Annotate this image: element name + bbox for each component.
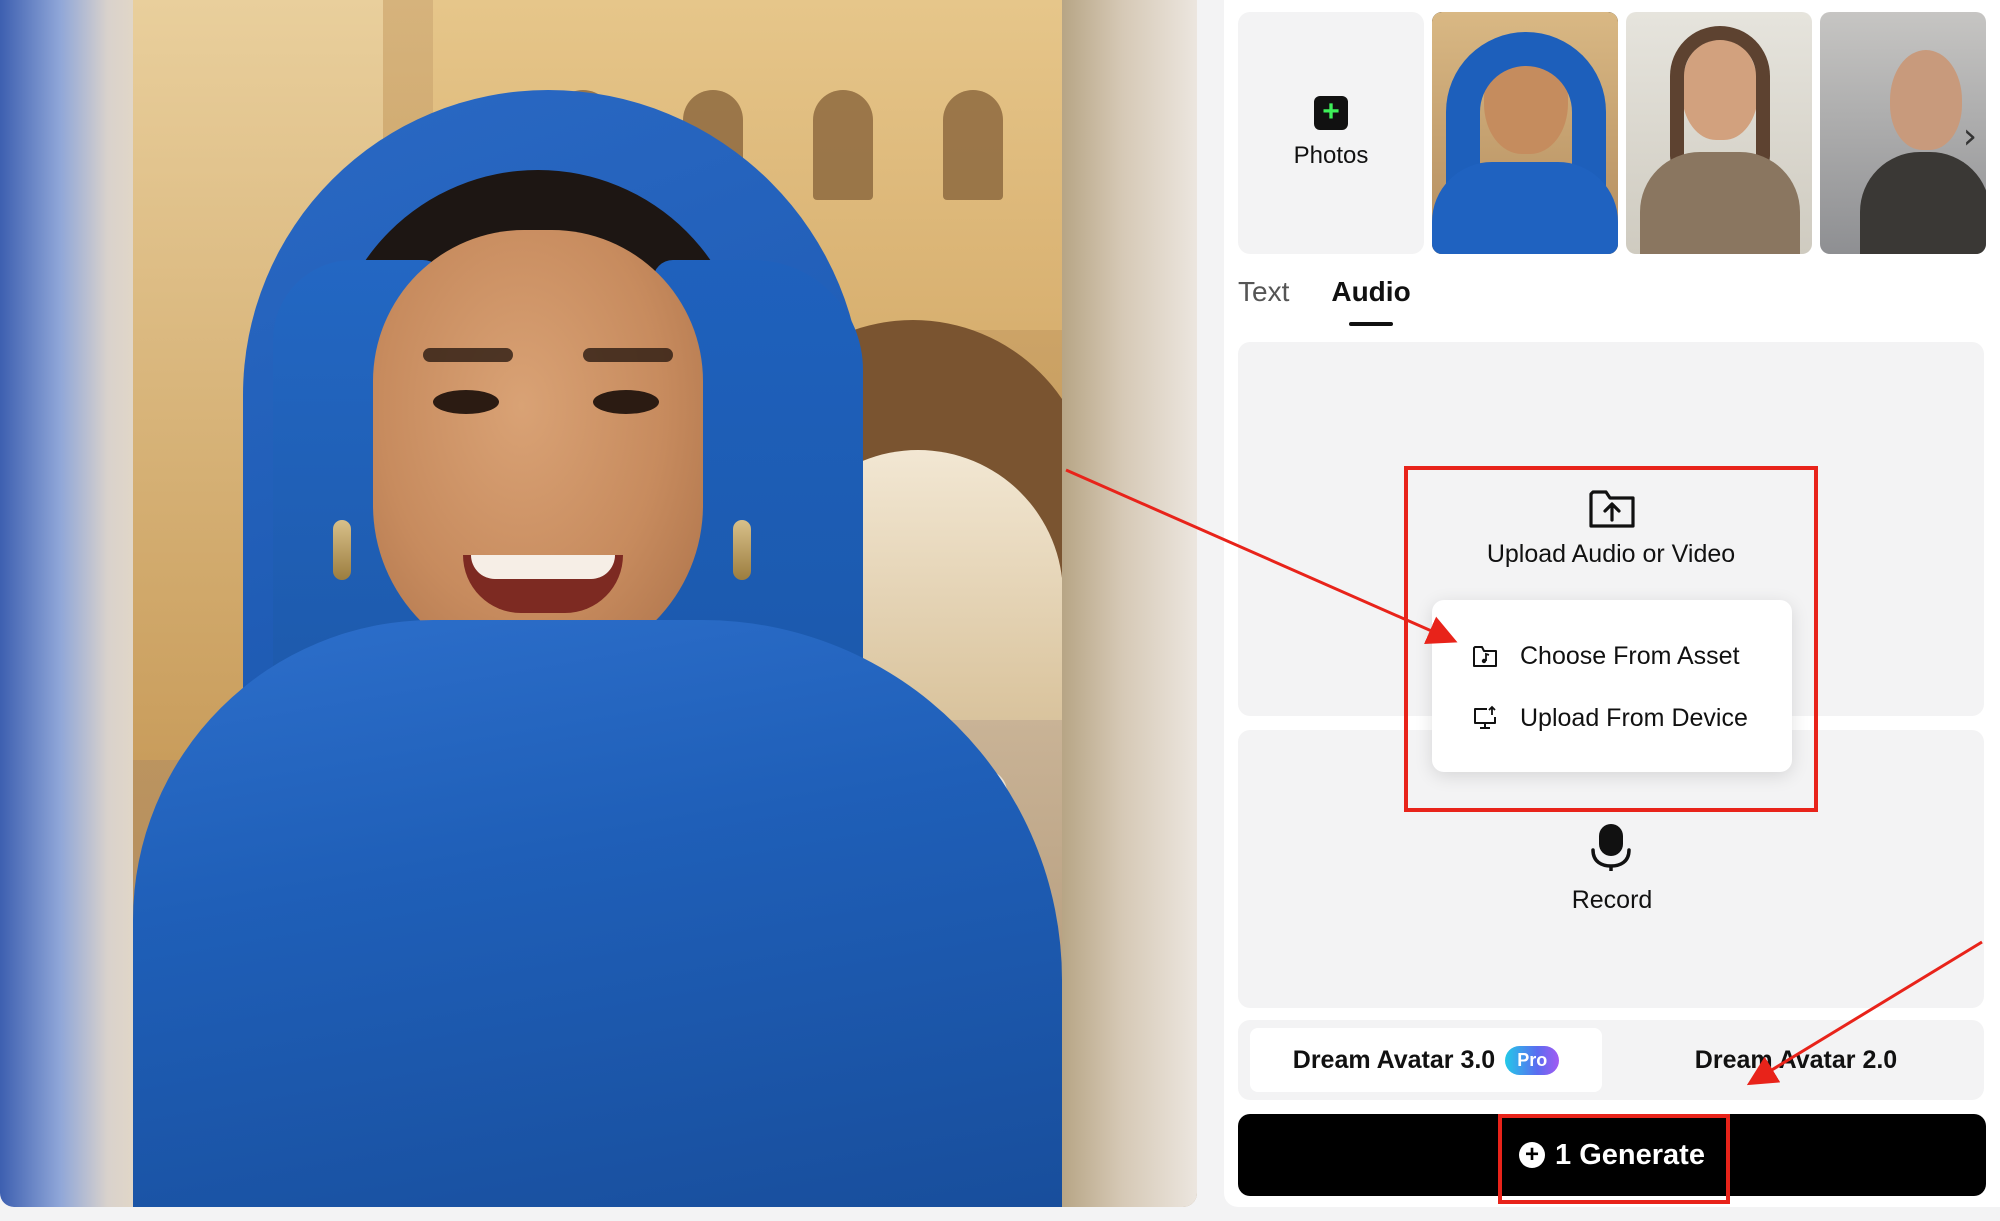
app-stage: + Photos › Text Audio Upload Audio or Vi… (0, 0, 2000, 1221)
model-selector: Dream Avatar 3.0 Pro Dream Avatar 2.0 (1238, 1020, 1984, 1100)
avatar-preview (0, 0, 1197, 1207)
add-photo-label: Photos (1293, 142, 1369, 169)
input-mode-tabs: Text Audio (1238, 272, 1411, 326)
tab-audio-label: Audio (1331, 276, 1411, 307)
model-option-3-0-label: Dream Avatar 3.0 (1292, 1045, 1496, 1074)
add-photo-button[interactable]: + Photos (1238, 12, 1424, 254)
microphone-icon (1591, 824, 1631, 871)
plus-icon: + (1314, 96, 1348, 130)
highlight-upload-box (1404, 466, 1818, 812)
chevron-right-icon[interactable]: › (1952, 116, 1988, 157)
preview-image (133, 0, 1062, 1207)
tab-text[interactable]: Text (1238, 272, 1289, 320)
active-tab-indicator (1349, 322, 1393, 326)
model-option-2-0-label: Dream Avatar 2.0 (1694, 1045, 1898, 1074)
avatar-thumb-2[interactable] (1626, 12, 1812, 254)
tab-text-label: Text (1238, 276, 1290, 307)
highlight-generate-box (1498, 1114, 1730, 1204)
pro-badge: Pro (1505, 1045, 1560, 1075)
model-option-2-0[interactable]: Dream Avatar 2.0 (1620, 1028, 1972, 1092)
tab-audio[interactable]: Audio (1331, 272, 1411, 326)
model-option-3-0[interactable]: Dream Avatar 3.0 Pro (1250, 1028, 1602, 1092)
avatar-thumb-1[interactable] (1432, 12, 1618, 254)
record-label: Record (1571, 886, 1653, 914)
